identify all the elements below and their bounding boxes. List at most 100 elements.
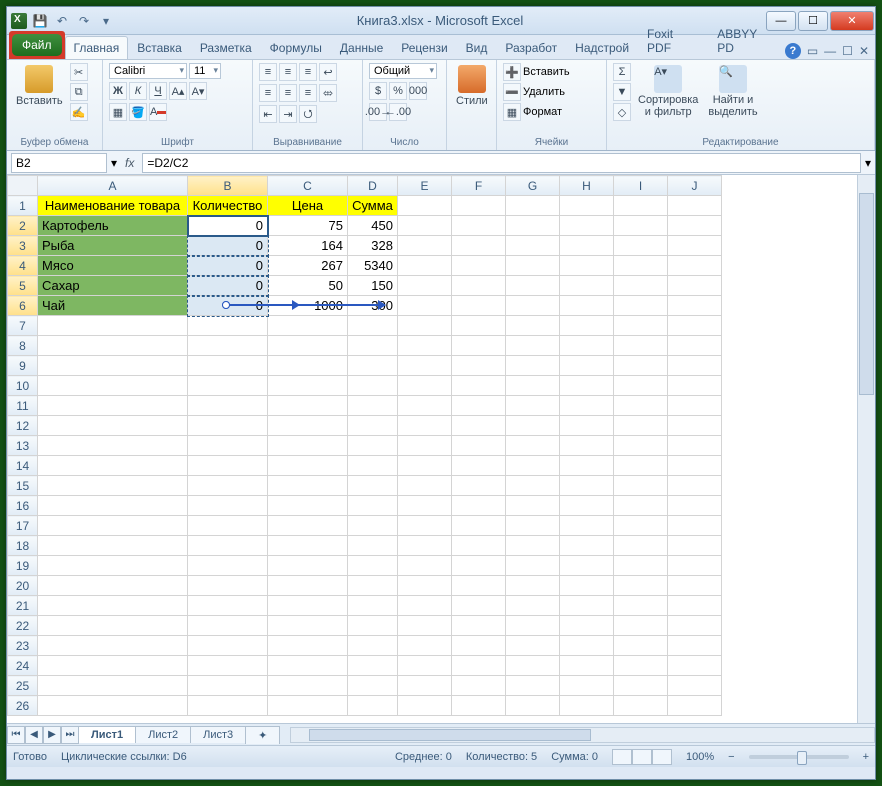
row-header-25[interactable]: 25 xyxy=(8,676,38,696)
cell-E22[interactable] xyxy=(398,616,452,636)
cell-I22[interactable] xyxy=(614,616,668,636)
col-header-J[interactable]: J xyxy=(668,176,722,196)
orientation-icon[interactable]: ⭯ xyxy=(299,105,317,123)
cell-G17[interactable] xyxy=(506,516,560,536)
cell-E5[interactable] xyxy=(398,276,452,296)
help-icon[interactable]: ? xyxy=(785,43,801,59)
col-header-C[interactable]: C xyxy=(268,176,348,196)
cell-J5[interactable] xyxy=(668,276,722,296)
cell-F18[interactable] xyxy=(452,536,506,556)
cell-F6[interactable] xyxy=(452,296,506,316)
cell-D7[interactable] xyxy=(348,316,398,336)
delete-cells-button[interactable]: ➖Удалить xyxy=(503,83,565,101)
cell-D5[interactable]: 150 xyxy=(348,276,398,296)
cell-I14[interactable] xyxy=(614,456,668,476)
cell-A22[interactable] xyxy=(38,616,188,636)
cell-F4[interactable] xyxy=(452,256,506,276)
bold-button[interactable]: Ж xyxy=(109,82,127,100)
view-normal-icon[interactable] xyxy=(612,749,632,765)
cell-H18[interactable] xyxy=(560,536,614,556)
wrap-text-icon[interactable]: ↩ xyxy=(319,63,337,81)
cell-I12[interactable] xyxy=(614,416,668,436)
cell-F17[interactable] xyxy=(452,516,506,536)
cell-J14[interactable] xyxy=(668,456,722,476)
clear-icon[interactable]: ◇ xyxy=(613,103,631,121)
cell-C14[interactable] xyxy=(268,456,348,476)
cell-B15[interactable] xyxy=(188,476,268,496)
vertical-scrollbar[interactable] xyxy=(857,175,875,723)
sort-filter-button[interactable]: A▾ Сортировка и фильтр xyxy=(635,63,701,120)
formula-expand-icon[interactable]: ▾ xyxy=(865,156,871,170)
cell-G20[interactable] xyxy=(506,576,560,596)
copy-icon[interactable]: ⧉ xyxy=(70,83,88,101)
cell-I3[interactable] xyxy=(614,236,668,256)
cell-E18[interactable] xyxy=(398,536,452,556)
col-header-G[interactable]: G xyxy=(506,176,560,196)
cell-I5[interactable] xyxy=(614,276,668,296)
tab-nav-prev-icon[interactable]: ◀ xyxy=(25,726,43,744)
workbook-close-icon[interactable]: ✕ xyxy=(859,44,869,58)
cell-G16[interactable] xyxy=(506,496,560,516)
cell-H9[interactable] xyxy=(560,356,614,376)
cell-H26[interactable] xyxy=(560,696,614,716)
cell-F3[interactable] xyxy=(452,236,506,256)
cell-D8[interactable] xyxy=(348,336,398,356)
row-header-26[interactable]: 26 xyxy=(8,696,38,716)
cell-G13[interactable] xyxy=(506,436,560,456)
cell-D1[interactable]: Сумма xyxy=(348,196,398,216)
cell-E15[interactable] xyxy=(398,476,452,496)
cell-I10[interactable] xyxy=(614,376,668,396)
cell-C10[interactable] xyxy=(268,376,348,396)
sheet-tab-3[interactable]: Лист3 xyxy=(190,726,246,743)
fx-icon[interactable]: fx xyxy=(121,156,138,170)
cell-A9[interactable] xyxy=(38,356,188,376)
tab-nav-first-icon[interactable]: ⏮ xyxy=(7,726,25,744)
cell-F16[interactable] xyxy=(452,496,506,516)
cell-F5[interactable] xyxy=(452,276,506,296)
cell-A2[interactable]: Картофель xyxy=(38,216,188,236)
font-color-button[interactable]: A xyxy=(149,103,167,121)
zoom-slider[interactable] xyxy=(749,755,849,759)
fill-color-button[interactable]: 🪣 xyxy=(129,103,147,121)
cell-I17[interactable] xyxy=(614,516,668,536)
row-header-21[interactable]: 21 xyxy=(8,596,38,616)
cell-H8[interactable] xyxy=(560,336,614,356)
cell-G18[interactable] xyxy=(506,536,560,556)
cell-B22[interactable] xyxy=(188,616,268,636)
cell-I8[interactable] xyxy=(614,336,668,356)
sheet-tab-new-icon[interactable]: ✦ xyxy=(245,726,280,744)
cell-H15[interactable] xyxy=(560,476,614,496)
cell-F11[interactable] xyxy=(452,396,506,416)
cell-J18[interactable] xyxy=(668,536,722,556)
cell-J22[interactable] xyxy=(668,616,722,636)
cell-H23[interactable] xyxy=(560,636,614,656)
cell-F8[interactable] xyxy=(452,336,506,356)
cell-H22[interactable] xyxy=(560,616,614,636)
cell-F22[interactable] xyxy=(452,616,506,636)
cell-J17[interactable] xyxy=(668,516,722,536)
font-grow-icon[interactable]: A▴ xyxy=(169,82,187,100)
cell-C11[interactable] xyxy=(268,396,348,416)
cell-I6[interactable] xyxy=(614,296,668,316)
cell-B9[interactable] xyxy=(188,356,268,376)
cell-D14[interactable] xyxy=(348,456,398,476)
cell-B12[interactable] xyxy=(188,416,268,436)
cell-B23[interactable] xyxy=(188,636,268,656)
tab-nav-last-icon[interactable]: ⏭ xyxy=(61,726,79,744)
cell-J7[interactable] xyxy=(668,316,722,336)
comma-icon[interactable]: 000 xyxy=(409,82,427,100)
cell-I13[interactable] xyxy=(614,436,668,456)
cell-E24[interactable] xyxy=(398,656,452,676)
font-name-combo[interactable]: Calibri xyxy=(109,63,187,79)
row-header-22[interactable]: 22 xyxy=(8,616,38,636)
cell-A7[interactable] xyxy=(38,316,188,336)
zoom-out-icon[interactable]: − xyxy=(728,751,734,763)
cell-G7[interactable] xyxy=(506,316,560,336)
view-layout-icon[interactable] xyxy=(632,749,652,765)
percent-icon[interactable]: % xyxy=(389,82,407,100)
cell-J20[interactable] xyxy=(668,576,722,596)
cell-H1[interactable] xyxy=(560,196,614,216)
col-header-H[interactable]: H xyxy=(560,176,614,196)
cell-A5[interactable]: Сахар xyxy=(38,276,188,296)
align-center-icon[interactable]: ≡ xyxy=(279,84,297,102)
